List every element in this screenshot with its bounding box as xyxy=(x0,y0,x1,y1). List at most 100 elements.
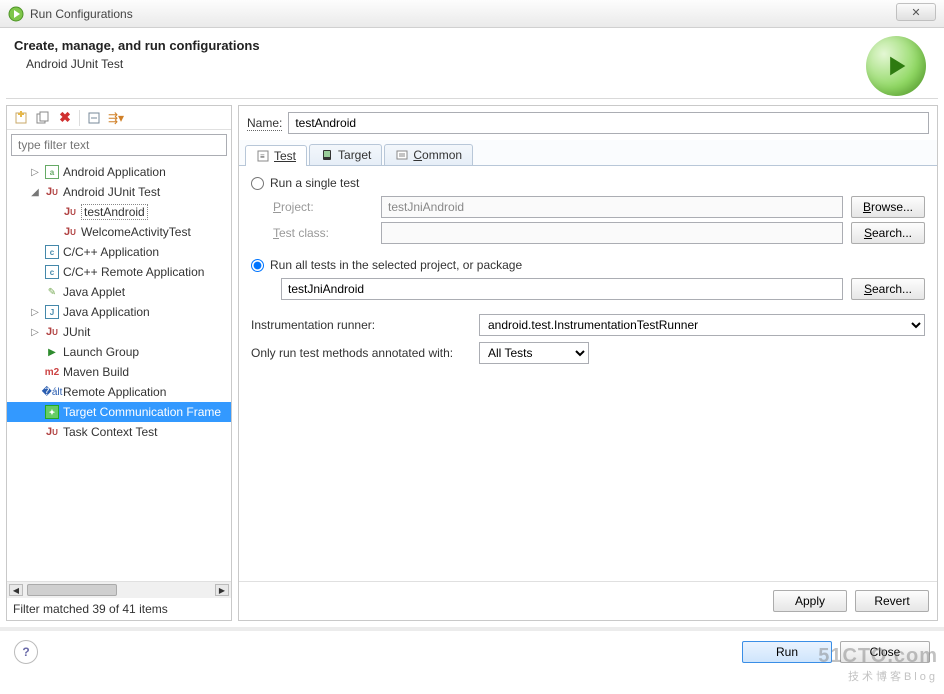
config-type-icon: ▶ xyxy=(44,344,60,360)
dialog-footer: ? Run Close xyxy=(0,627,944,673)
testclass-label: Test class: xyxy=(273,226,373,240)
filter-status: Filter matched 39 of 41 items xyxy=(7,598,231,620)
header-title: Create, manage, and run configurations xyxy=(14,38,930,53)
name-input[interactable] xyxy=(288,112,929,134)
testclass-input xyxy=(381,222,843,244)
config-editor-panel: Name: ≡ Test Target Common Run a single … xyxy=(238,105,938,621)
tree-item[interactable]: JUWelcomeActivityTest xyxy=(7,222,231,242)
config-type-icon: JU xyxy=(44,324,60,340)
annotation-label: Only run test methods annotated with: xyxy=(251,346,471,360)
annotation-select[interactable]: All Tests xyxy=(479,342,589,364)
tree-item[interactable]: cC/C++ Application xyxy=(7,242,231,262)
run-icon xyxy=(8,6,24,22)
config-type-icon: JU xyxy=(62,204,78,220)
run-badge-icon xyxy=(866,36,926,96)
tree-item-label: Android JUnit Test xyxy=(63,185,160,199)
tree-item-label: C/C++ Application xyxy=(63,245,159,259)
tree-item[interactable]: ✎Java Applet xyxy=(7,282,231,302)
tree-item-label: Launch Group xyxy=(63,345,139,359)
tab-test[interactable]: ≡ Test xyxy=(245,145,307,166)
window-close-button[interactable]: ✕ xyxy=(896,3,936,21)
duplicate-config-icon[interactable] xyxy=(33,108,53,128)
single-test-label: Run a single test xyxy=(270,176,359,190)
tree-item-label: JUnit xyxy=(63,325,90,339)
tree-item-label: testAndroid xyxy=(81,204,148,220)
expand-arrow-icon[interactable]: ▷ xyxy=(29,307,41,318)
close-button[interactable]: Close xyxy=(840,641,930,663)
delete-config-icon[interactable]: ✖ xyxy=(55,108,75,128)
tree-item-label: Target Communication Frame xyxy=(63,405,221,419)
collapse-all-icon[interactable] xyxy=(84,108,104,128)
search-testclass-button[interactable]: Search... xyxy=(851,222,925,244)
search-package-button[interactable]: Search... xyxy=(851,278,925,300)
expand-arrow-icon[interactable]: ▷ xyxy=(29,327,41,338)
tree-item[interactable]: ▷JJava Application xyxy=(7,302,231,322)
test-tab-icon: ≡ xyxy=(256,149,270,163)
instrumentation-label: Instrumentation runner: xyxy=(251,318,471,332)
tree-item-label: Remote Application xyxy=(63,385,166,399)
config-type-icon: ✎ xyxy=(44,284,60,300)
config-type-icon: JU xyxy=(62,224,78,240)
tree-item-label: WelcomeActivityTest xyxy=(81,225,191,239)
all-tests-label: Run all tests in the selected project, o… xyxy=(270,258,522,272)
tree-item[interactable]: JUtestAndroid xyxy=(7,202,231,222)
tree-item-label: Java Applet xyxy=(63,285,125,299)
help-button[interactable]: ? xyxy=(14,640,38,664)
svg-text:≡: ≡ xyxy=(260,152,265,161)
tree-item[interactable]: ✦Target Communication Frame xyxy=(7,402,231,422)
config-type-icon: JU xyxy=(44,184,60,200)
config-type-icon: c xyxy=(44,264,60,280)
tab-common[interactable]: Common xyxy=(384,144,473,165)
config-type-icon: a xyxy=(44,164,60,180)
tree-item[interactable]: ▶Launch Group xyxy=(7,342,231,362)
config-type-icon: �ált xyxy=(44,384,60,400)
filter-input[interactable] xyxy=(11,134,227,156)
tree-item[interactable]: �áltRemote Application xyxy=(7,382,231,402)
run-button[interactable]: Run xyxy=(742,641,832,663)
tree-item-label: Android Application xyxy=(63,165,166,179)
project-label: Project: xyxy=(273,200,373,214)
config-type-icon: ✦ xyxy=(44,404,60,420)
tree-item[interactable]: JUTask Context Test xyxy=(7,422,231,442)
filter-box xyxy=(11,134,227,156)
editor-footer: Apply Revert xyxy=(239,581,937,620)
titlebar: Run Configurations ✕ xyxy=(0,0,944,28)
tree-item[interactable]: ▷aAndroid Application xyxy=(7,162,231,182)
tree-item[interactable]: ◢JUAndroid JUnit Test xyxy=(7,182,231,202)
tree-item-label: Maven Build xyxy=(63,365,129,379)
header: Create, manage, and run configurations A… xyxy=(0,28,944,98)
header-subtitle: Android JUnit Test xyxy=(26,57,930,71)
config-type-icon: c xyxy=(44,244,60,260)
package-input[interactable] xyxy=(281,278,843,300)
tree-hscrollbar[interactable]: ◀▶ xyxy=(7,581,231,598)
config-tree-panel: ✖ ⇶▾ ▷aAndroid Application◢JUAndroid JUn… xyxy=(6,105,232,621)
tree-item-label: Java Application xyxy=(63,305,150,319)
common-tab-icon xyxy=(395,148,409,162)
new-config-icon[interactable] xyxy=(11,108,31,128)
config-type-icon: JU xyxy=(44,424,60,440)
tree-item[interactable]: ▷JUJUnit xyxy=(7,322,231,342)
test-panel: Run a single test Project: Browse... Tes… xyxy=(239,166,937,581)
radio-single-test[interactable] xyxy=(251,177,264,190)
revert-button[interactable]: Revert xyxy=(855,590,929,612)
tree-item-label: C/C++ Remote Application xyxy=(63,265,204,279)
expand-arrow-icon[interactable]: ◢ xyxy=(29,187,41,198)
filter-icon[interactable]: ⇶▾ xyxy=(106,108,126,128)
tree-item[interactable]: m2Maven Build xyxy=(7,362,231,382)
radio-all-tests[interactable] xyxy=(251,259,264,272)
config-type-icon: m2 xyxy=(44,364,60,380)
tree-item-label: Task Context Test xyxy=(63,425,158,439)
window-title: Run Configurations xyxy=(30,7,133,21)
target-tab-icon xyxy=(320,148,334,162)
tabs: ≡ Test Target Common xyxy=(239,140,937,166)
tree-toolbar: ✖ ⇶▾ xyxy=(7,106,231,130)
expand-arrow-icon[interactable]: ▷ xyxy=(29,167,41,178)
tab-target[interactable]: Target xyxy=(309,144,382,165)
apply-button[interactable]: Apply xyxy=(773,590,847,612)
config-type-icon: J xyxy=(44,304,60,320)
browse-project-button[interactable]: Browse... xyxy=(851,196,925,218)
project-input xyxy=(381,196,843,218)
tree-item[interactable]: cC/C++ Remote Application xyxy=(7,262,231,282)
instrumentation-select[interactable]: android.test.InstrumentationTestRunner xyxy=(479,314,925,336)
config-tree[interactable]: ▷aAndroid Application◢JUAndroid JUnit Te… xyxy=(7,160,231,581)
